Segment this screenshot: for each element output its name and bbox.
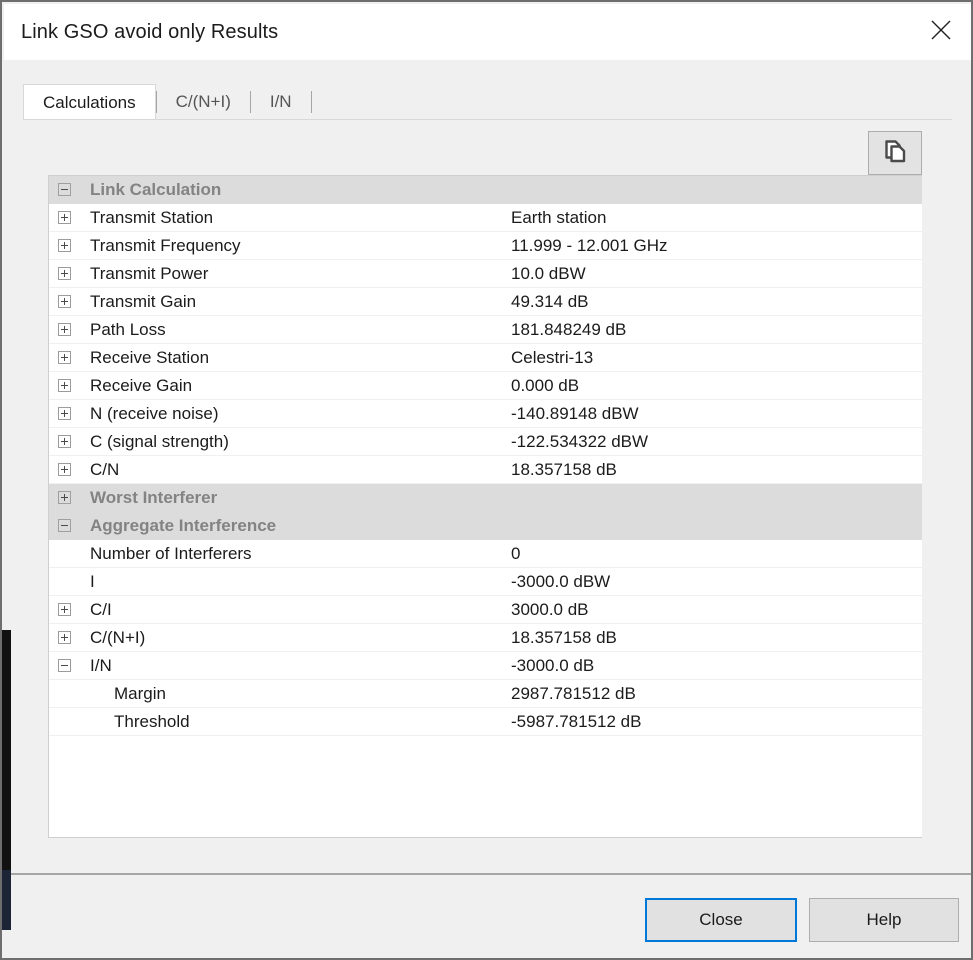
tree-row[interactable]: Receive Station Celestri-13 [49, 344, 922, 372]
tab-page-calculations: Link Calculation Transmit Station Earth st… [23, 119, 952, 865]
tree-row-value: Earth station [511, 208, 607, 227]
tab-i-over-n[interactable]: I/N [251, 84, 311, 120]
tree-row-value: -122.534322 dBW [511, 432, 649, 451]
tree-row-label: Aggregate Interference [90, 516, 277, 535]
tree-row-value: 49.314 dB [511, 292, 589, 311]
expand-icon[interactable] [58, 631, 71, 644]
tree-row-label: Transmit Power [90, 264, 209, 283]
tree-row-value: -3000.0 dB [511, 656, 595, 675]
tree-row[interactable]: Transmit Gain 49.314 dB [49, 288, 922, 316]
tree-row-value: 0 [511, 544, 521, 563]
tree-group-row[interactable]: Aggregate Interference [49, 512, 922, 540]
tree-row-value: -3000.0 dBW [511, 572, 611, 591]
window-title: Link GSO avoid only Results [21, 21, 279, 43]
tree-group-row[interactable]: Worst Interferer [49, 484, 922, 512]
tree-row[interactable]: Number of Interferers 0 [49, 540, 922, 568]
expand-icon[interactable] [58, 491, 71, 504]
title-bar: Link GSO avoid only Results [4, 4, 971, 60]
expand-icon[interactable] [58, 379, 71, 392]
tree-row-label: Path Loss [90, 320, 166, 339]
expand-icon[interactable] [58, 407, 71, 420]
tab-label: I/N [269, 92, 292, 111]
tree-row-value: 18.357158 dB [511, 628, 617, 647]
tree-row-label: Transmit Station [90, 208, 214, 227]
expand-icon[interactable] [58, 435, 71, 448]
close-button[interactable]: Close [645, 898, 797, 942]
tree-row-value: 0.000 dB [511, 376, 580, 395]
tree-row[interactable]: Transmit Station Earth station [49, 204, 922, 232]
expand-icon[interactable] [58, 463, 71, 476]
tree-row-value: 3000.0 dB [511, 600, 589, 619]
tree-row-label: Margin [114, 684, 166, 703]
tree-row-value: Celestri-13 [511, 348, 594, 367]
tree-row-value: 11.999 - 12.001 GHz [511, 236, 668, 255]
expand-icon[interactable] [58, 211, 71, 224]
expand-icon[interactable] [58, 239, 71, 252]
tree-row-label: C/N [90, 460, 120, 479]
tree-group-row[interactable]: Link Calculation [49, 176, 922, 204]
tree-row[interactable]: N (receive noise) -140.89148 dBW [49, 400, 922, 428]
collapse-icon[interactable] [58, 659, 71, 672]
tree-row[interactable]: Transmit Frequency 11.999 - 12.001 GHz [49, 232, 922, 260]
tree-row-label: Receive Gain [90, 376, 193, 395]
tree-row-label: N (receive noise) [90, 404, 219, 423]
tree-row[interactable]: C/N 18.357158 dB [49, 456, 922, 484]
tree-row-label: C/(N+I) [90, 628, 146, 647]
tree-row-value: 2987.781512 dB [511, 684, 636, 703]
tab-c-over-n-plus-i[interactable]: C/(N+I) [157, 84, 250, 120]
tree-row[interactable]: Receive Gain 0.000 dB [49, 372, 922, 400]
tree-row-value: 10.0 dBW [511, 264, 586, 283]
collapse-icon[interactable] [58, 519, 71, 532]
help-button[interactable]: Help [809, 898, 959, 942]
tree-row-value: -140.89148 dBW [511, 404, 639, 423]
tab-calculations[interactable]: Calculations [23, 84, 156, 120]
tree-row-label: Threshold [114, 712, 190, 731]
tree-row-label: Worst Interferer [90, 488, 218, 507]
close-button-label: Close [699, 910, 743, 929]
results-dialog-window: Link GSO avoid only Results Calculations… [0, 0, 973, 960]
tree-row[interactable]: Transmit Power 10.0 dBW [49, 260, 922, 288]
expand-icon[interactable] [58, 267, 71, 280]
tree-row-label: Transmit Gain [90, 292, 197, 311]
tree-row-value: -5987.781512 dB [511, 712, 642, 731]
tree-row-label: C (signal strength) [90, 432, 229, 451]
tab-strip: Calculations C/(N+I) I/N [23, 84, 312, 120]
tab-label: C/(N+I) [175, 92, 231, 111]
tree-row[interactable]: C/(N+I) 18.357158 dB [49, 624, 922, 652]
collapse-icon[interactable] [58, 183, 71, 196]
tab-label: Calculations [43, 92, 136, 112]
expand-icon[interactable] [58, 351, 71, 364]
copy-to-clipboard-button[interactable] [868, 131, 922, 175]
tree-row-label: I/N [90, 656, 112, 675]
close-x-icon [930, 19, 952, 41]
copy-pages-icon [881, 137, 909, 170]
tree-row[interactable]: Threshold -5987.781512 dB [49, 708, 922, 736]
tree-row-value: 18.357158 dB [511, 460, 617, 479]
tree-row[interactable]: Path Loss 181.848249 dB [49, 316, 922, 344]
tree-row-label: I [90, 572, 95, 591]
tree-row-value: 181.848249 dB [511, 320, 627, 339]
expand-icon[interactable] [58, 295, 71, 308]
tree-row[interactable]: I/N -3000.0 dB [49, 652, 922, 680]
tree-row[interactable]: Margin 2987.781512 dB [49, 680, 922, 708]
tree-row-label: Transmit Frequency [90, 236, 241, 255]
background-window-sliver-lower [2, 870, 11, 930]
tree-row-label: Number of Interferers [90, 544, 252, 563]
tree-row[interactable]: I -3000.0 dBW [49, 568, 922, 596]
tree-row-label: Receive Station [90, 348, 210, 367]
tree-row-label: Link Calculation [90, 180, 222, 199]
window-close-button[interactable] [909, 4, 971, 56]
expand-icon[interactable] [58, 323, 71, 336]
tree-row[interactable]: C (signal strength) -122.534322 dBW [49, 428, 922, 456]
help-button-label: Help [866, 910, 902, 929]
tree-row[interactable]: C/I 3000.0 dB [49, 596, 922, 624]
dialog-footer: Close Help [4, 875, 971, 958]
expand-icon[interactable] [58, 603, 71, 616]
tree-row-label: C/I [90, 600, 112, 619]
tab-divider [310, 91, 312, 113]
calculation-results-tree[interactable]: Link Calculation Transmit Station Earth st… [48, 175, 922, 838]
